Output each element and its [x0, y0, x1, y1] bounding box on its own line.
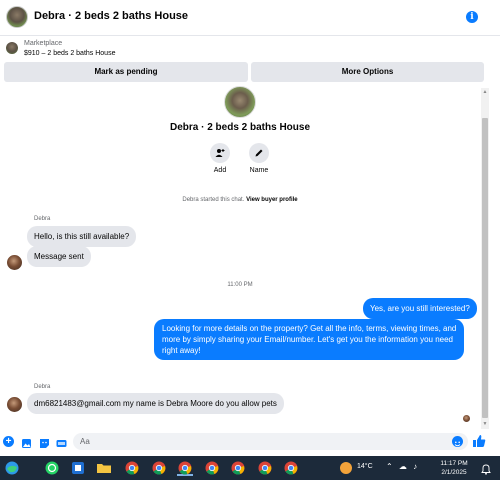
whatsapp-icon[interactable]	[44, 460, 60, 476]
sticker-icon[interactable]	[39, 436, 50, 448]
clock-time: 11:17 PM	[440, 460, 468, 467]
windows-taskbar: 14°C ⌃ ☁ ♪ 11:17 PM 2/1/2025	[0, 456, 500, 480]
listing-summary: $910 – 2 beds 2 baths House	[24, 50, 116, 57]
thumbs-up-icon[interactable]	[472, 434, 486, 448]
sender-name: Debra	[34, 384, 51, 390]
listing-thumbnail	[6, 42, 18, 54]
name-conversation-button[interactable]: Name	[239, 143, 279, 174]
info-icon[interactable]: i	[466, 11, 478, 23]
plus-icon[interactable]: +	[3, 436, 14, 447]
gif-icon[interactable]	[56, 436, 67, 447]
add-user-icon	[210, 143, 230, 163]
edge-browser-icon[interactable]	[4, 460, 20, 476]
scroll-up-arrow-icon[interactable]: ▲	[482, 89, 488, 95]
message-line: more by simply sharing your Email/number…	[162, 335, 454, 344]
read-receipt-avatar	[463, 415, 470, 422]
temperature[interactable]: 14°C	[357, 463, 373, 470]
message-line: right away!	[162, 346, 201, 355]
message-composer: +	[0, 430, 500, 454]
clock[interactable]: 11:17 PM 2/1/2025	[436, 459, 472, 477]
scrollbar-thumb[interactable]	[482, 118, 488, 418]
outgoing-message[interactable]: Yes, are you still interested?	[363, 298, 477, 319]
chrome-profile-icon[interactable]	[230, 460, 246, 476]
more-options-button[interactable]: More Options	[251, 62, 484, 82]
message-input[interactable]	[73, 433, 468, 450]
message-line: Looking for more details on the property…	[162, 324, 457, 333]
chrome-profile-icon[interactable]	[283, 460, 299, 476]
conversation-avatar	[224, 86, 256, 118]
name-label: Name	[249, 167, 269, 174]
listing-actions: Mark as pending More Options	[4, 62, 484, 82]
scroll-down-arrow-icon[interactable]: ▼	[482, 421, 488, 427]
clock-date: 2/1/2025	[441, 469, 467, 476]
chat-header: Debra · 2 beds 2 baths House i	[0, 0, 500, 36]
weather-icon[interactable]	[340, 462, 352, 474]
emoji-icon[interactable]	[452, 436, 463, 447]
sender-name: Debra	[34, 216, 51, 222]
messenger-window: Debra · 2 beds 2 baths House i Marketpla…	[0, 0, 500, 480]
incoming-message[interactable]: dm6821483@gmail.com my name is Debra Moo…	[27, 393, 284, 414]
chrome-profile-icon[interactable]	[204, 460, 220, 476]
notification-bell-icon[interactable]	[481, 462, 491, 475]
mark-as-pending-button[interactable]: Mark as pending	[4, 62, 248, 82]
app-icon[interactable]	[70, 460, 86, 476]
marketplace-banner[interactable]: Marketplace $910 – 2 beds 2 baths House	[0, 37, 500, 61]
chrome-profile-icon[interactable]	[177, 460, 193, 476]
chrome-profile-icon[interactable]	[151, 460, 167, 476]
photo-icon[interactable]	[21, 436, 32, 448]
marketplace-label: Marketplace	[24, 40, 63, 47]
chat-title[interactable]: Debra · 2 beds 2 baths House	[34, 10, 188, 22]
chat-started-note: Debra started this chat. View buyer prof…	[0, 197, 480, 203]
incoming-message[interactable]: Hello, is this still available?	[27, 226, 137, 247]
system-tray-icons[interactable]: ⌃ ☁ ♪	[386, 462, 419, 471]
listing-avatar[interactable]	[6, 6, 28, 28]
pencil-icon	[249, 143, 269, 163]
file-explorer-icon[interactable]	[96, 460, 112, 476]
message-timestamp: 11:00 PM	[227, 282, 253, 288]
chrome-profile-icon[interactable]	[257, 460, 273, 476]
sender-avatar[interactable]	[7, 255, 22, 270]
chrome-icon[interactable]	[124, 460, 140, 476]
view-buyer-profile-link[interactable]: View buyer profile	[246, 197, 298, 203]
add-people-button[interactable]: Add	[200, 143, 240, 174]
incoming-message[interactable]: Message sent	[27, 246, 91, 267]
sender-avatar[interactable]	[7, 397, 22, 412]
outgoing-message-long[interactable]: Looking for more details on the property…	[154, 319, 465, 360]
add-label: Add	[213, 167, 227, 174]
chat-started-text: Debra started this chat.	[182, 197, 245, 203]
conversation-title: Debra · 2 beds 2 baths House	[169, 122, 311, 133]
